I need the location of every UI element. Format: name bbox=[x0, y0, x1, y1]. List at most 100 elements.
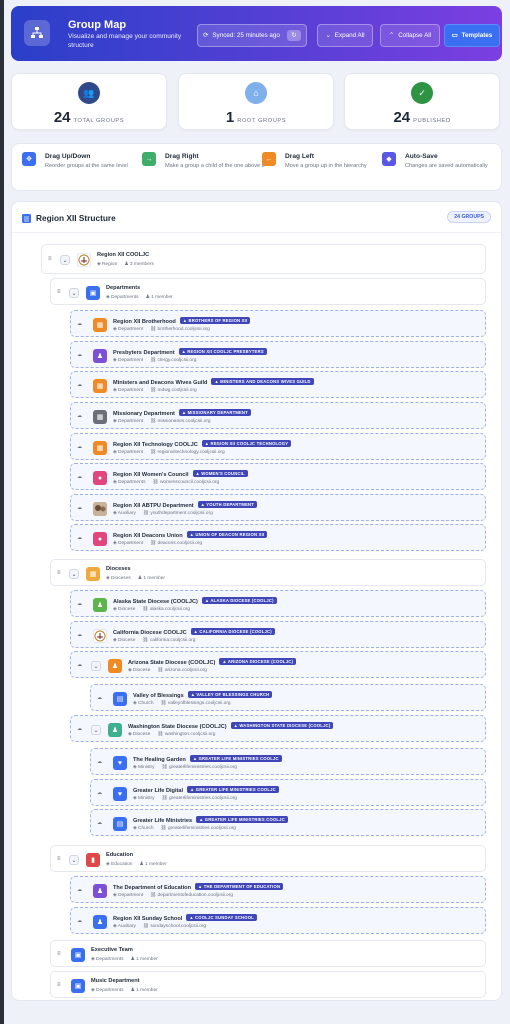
group-url[interactable]: ⛓ womenscouncil.cooljcsii.org bbox=[153, 480, 220, 485]
group-node[interactable]: ☁ ♟ Presbyters Department ▲ REGION XII COOL… bbox=[70, 341, 486, 368]
drag-handle-icon[interactable]: ≡ bbox=[57, 856, 61, 862]
group-meta: ◈ Diocese ⛓ arizona.cooljcsii.org bbox=[128, 668, 207, 673]
group-node[interactable]: ☁ ♟ Alaska State Diocese (COOLJC) ▲ ALASKA … bbox=[70, 590, 486, 617]
group-url[interactable]: ⛓ arizona.cooljcsii.org bbox=[157, 668, 207, 673]
drag-handle-icon[interactable]: ≡ bbox=[57, 289, 61, 295]
drag-handle-icon[interactable]: ≡ bbox=[48, 256, 52, 262]
group-node[interactable]: ≡ ⌄ Region XII COOLJC ◈ Region ♟ 3 members bbox=[41, 244, 486, 274]
group-node[interactable]: ☁ Region XII ABTPU Department ▲ YOUTH DEPA… bbox=[70, 494, 486, 521]
group-tag-badge: ▲ GREATER LIFE MINISTRIES COOLJC bbox=[196, 816, 288, 823]
chevron-down-icon[interactable]: ⌄ bbox=[69, 288, 79, 298]
group-node[interactable]: ☁ ▦ Ministers and Deacons Wives Guild ▲ MIN… bbox=[70, 371, 486, 398]
chevron-down-icon[interactable]: ⌄ bbox=[91, 725, 101, 735]
drag-handle-icon[interactable]: ☁ bbox=[97, 759, 102, 765]
group-node[interactable]: ☁ ▦ Region XII Technology COOLJC ▲ REGION X… bbox=[70, 433, 486, 460]
drag-handle-icon[interactable]: ☁ bbox=[97, 820, 102, 826]
drag-handle-icon[interactable]: ≡ bbox=[57, 570, 61, 576]
drag-handle-icon[interactable]: ☁ bbox=[77, 662, 82, 668]
drag-handle-icon[interactable]: ☁ bbox=[77, 444, 82, 450]
group-node[interactable]: ☁ California Diocese COOLJC ▲ CALIFORNIA D… bbox=[70, 621, 486, 648]
group-node[interactable]: ≡ ▣ Executive Team ◈ Departments ♟ 1 member bbox=[50, 940, 486, 967]
group-url[interactable]: ⛓ clergy.cooljcsii.org bbox=[150, 358, 196, 363]
drag-handle-icon[interactable]: ☁ bbox=[77, 352, 82, 358]
drag-handle-icon[interactable]: ☁ bbox=[77, 887, 82, 893]
drag-handle-icon[interactable]: ☁ bbox=[97, 790, 102, 796]
tip-description: Move a group up in the hierarchy bbox=[285, 163, 367, 169]
group-name-text: Washington State Diocese (COOLJC) bbox=[128, 724, 227, 730]
group-meta: ◈ Departments ♟ 1 member bbox=[91, 957, 158, 962]
group-type-text: Diocese bbox=[133, 732, 151, 737]
group-meta: ◈ Departments ⛓ womenscouncil.cooljcsii.o… bbox=[113, 480, 219, 485]
group-members: ♟ 1 member bbox=[138, 576, 165, 581]
drag-handle-icon[interactable]: ≡ bbox=[57, 982, 61, 988]
group-url[interactable]: ⛓ california.cooljcsii.org bbox=[142, 638, 195, 643]
group-name: Region XII ABTPU Department ▲ YOUTH DEPAR… bbox=[113, 501, 258, 509]
group-url[interactable]: ⛓ youthdepartment.cooljcsii.org bbox=[143, 511, 213, 516]
drag-handle-icon[interactable]: ☁ bbox=[77, 726, 82, 732]
drag-handle-icon[interactable]: ☁ bbox=[77, 535, 82, 541]
group-name: California Diocese COOLJC ▲ CALIFORNIA DI… bbox=[113, 628, 275, 636]
chevron-down-icon[interactable]: ⌄ bbox=[91, 661, 101, 671]
pin-icon: ● bbox=[93, 471, 107, 485]
page-title: Group Map bbox=[68, 19, 127, 31]
group-meta: ◈ Department ⛓ mdwg.cooljcsii.org bbox=[113, 388, 197, 393]
group-url[interactable]: ⛓ departmentofeducation.cooljcsii.org bbox=[150, 893, 233, 898]
group-meta: ◈ Dioceses ♟ 1 member bbox=[106, 576, 165, 581]
group-node[interactable]: ☁ ● Region XII Women's Council ▲ WOMEN'S CO… bbox=[70, 463, 486, 490]
group-url[interactable]: ⛓ valleyofblessings.cooljcsii.org bbox=[161, 701, 231, 706]
group-node[interactable]: ☁ ♟ Region XII Sunday School ▲ COOLJC SUNDA… bbox=[70, 907, 486, 934]
drag-handle-icon[interactable]: ☁ bbox=[77, 601, 82, 607]
group-url[interactable]: ⛓ brotherhood.cooljcsii.org bbox=[150, 327, 210, 332]
group-node[interactable]: ☁ ♥ Greater Life Digital ▲ GREATER LIFE MIN… bbox=[90, 779, 486, 806]
chevron-down-icon[interactable]: ⌄ bbox=[69, 569, 79, 579]
group-url[interactable]: ⛓ greaterlifeministries.cooljcsii.org bbox=[162, 796, 237, 801]
group-node[interactable]: ☁ ▤ Valley of Blessings ▲ VALLEY OF BLESSIN… bbox=[90, 684, 486, 711]
drag-handle-icon[interactable]: ☁ bbox=[77, 474, 82, 480]
group-url[interactable]: ⛓ washington.cooljcsii.org bbox=[157, 732, 215, 737]
group-meta: ◈ Diocese ⛓ california.cooljcsii.org bbox=[113, 638, 195, 643]
group-tag-text: GREATER LIFE MINISTRIES COOLJC bbox=[204, 817, 285, 822]
group-node[interactable]: ☁ ▦ Missionary Department ▲ MISSIONARY DEPA… bbox=[70, 402, 486, 429]
templates-button[interactable]: ▭ Templates bbox=[444, 24, 500, 47]
group-url[interactable]: ⛓ regionxiitechnology.cooljcsii.org bbox=[150, 450, 225, 455]
drag-handle-icon[interactable]: ☁ bbox=[77, 918, 82, 924]
drag-handle-icon[interactable]: ☁ bbox=[77, 321, 82, 327]
drag-handle-icon[interactable]: ☁ bbox=[77, 382, 82, 388]
group-node[interactable]: ≡ ⌄ ▦ Dioceses ◈ Dioceses ♟ 1 member bbox=[50, 559, 486, 586]
drag-handle-icon[interactable]: ☁ bbox=[77, 505, 82, 511]
group-node[interactable]: ☁ ♟ The Department of Education ▲ THE DEPAR… bbox=[70, 876, 486, 903]
group-node[interactable]: ☁ ● Region XII Deacons Union ▲ UNION OF DEA… bbox=[70, 524, 486, 551]
group-node[interactable]: ≡ ▣ Music Department ◈ Departments ♟ 1 membe… bbox=[50, 971, 486, 998]
group-node[interactable]: ≡ ⌄ ▣ Departments ◈ Departments ♟ 1 member bbox=[50, 278, 486, 305]
drag-handle-icon[interactable]: ☁ bbox=[77, 413, 82, 419]
group-node[interactable]: ☁ ▤ Greater Life Ministries ▲ GREATER LIFE … bbox=[90, 809, 486, 836]
logo-icon bbox=[77, 253, 91, 267]
group-node[interactable]: ☁ ⌄ ♟ Arizona State Diocese (COOLJC) ▲ ARIZO… bbox=[70, 651, 486, 678]
group-meta: ◈ Department ⛓ missionaries.cooljcsii.org bbox=[113, 419, 211, 424]
group-node[interactable]: ☁ ⌄ ♟ Washington State Diocese (COOLJC) ▲ WA… bbox=[70, 715, 486, 742]
group-url[interactable]: ⛓ sundayschool.cooljcsii.org bbox=[143, 924, 206, 929]
group-url[interactable]: ⛓ greaterlifeministries.cooljcsii.org bbox=[162, 765, 237, 770]
chevron-down-icon[interactable]: ⌄ bbox=[69, 855, 79, 865]
group-node[interactable]: ≡ ⌄ ▮ Education ◈ Education ♟ 1 member bbox=[50, 845, 486, 872]
group-node[interactable]: ☁ ♥ The Healing Garden ▲ GREATER LIFE MINIS… bbox=[90, 748, 486, 775]
drag-handle-icon[interactable]: ☁ bbox=[77, 632, 82, 638]
group-type-text: Department bbox=[118, 327, 144, 332]
logo-icon bbox=[93, 629, 107, 643]
group-node[interactable]: ☁ ▦ Region XII Brotherhood ▲ BROTHERS OF RE… bbox=[70, 310, 486, 337]
group-url[interactable]: ⛓ greaterlifeministries.cooljcsii.org bbox=[161, 826, 236, 831]
refresh-button[interactable]: ↻ bbox=[286, 30, 301, 41]
drag-handle-icon[interactable]: ≡ bbox=[57, 951, 61, 957]
collapse-all-button[interactable]: ⌃ Collapse All bbox=[380, 24, 440, 47]
drag-handle-icon[interactable]: ☁ bbox=[97, 695, 102, 701]
check-icon: ✓ bbox=[411, 82, 433, 104]
group-url-text: mdwg.cooljcsii.org bbox=[157, 388, 197, 393]
save-icon: ◆ bbox=[382, 152, 396, 166]
group-url[interactable]: ⛓ missionaries.cooljcsii.org bbox=[150, 419, 211, 424]
group-url[interactable]: ⛓ alaska.cooljcsii.org bbox=[142, 607, 190, 612]
expand-all-button[interactable]: ⌄ Expand All bbox=[317, 24, 373, 47]
group-url[interactable]: ⛓ deacons.cooljcsii.org bbox=[150, 541, 202, 546]
group-name-text: Region XII Technology COOLJC bbox=[113, 442, 198, 448]
group-url[interactable]: ⛓ mdwg.cooljcsii.org bbox=[150, 388, 197, 393]
chevron-down-icon[interactable]: ⌄ bbox=[60, 255, 70, 265]
